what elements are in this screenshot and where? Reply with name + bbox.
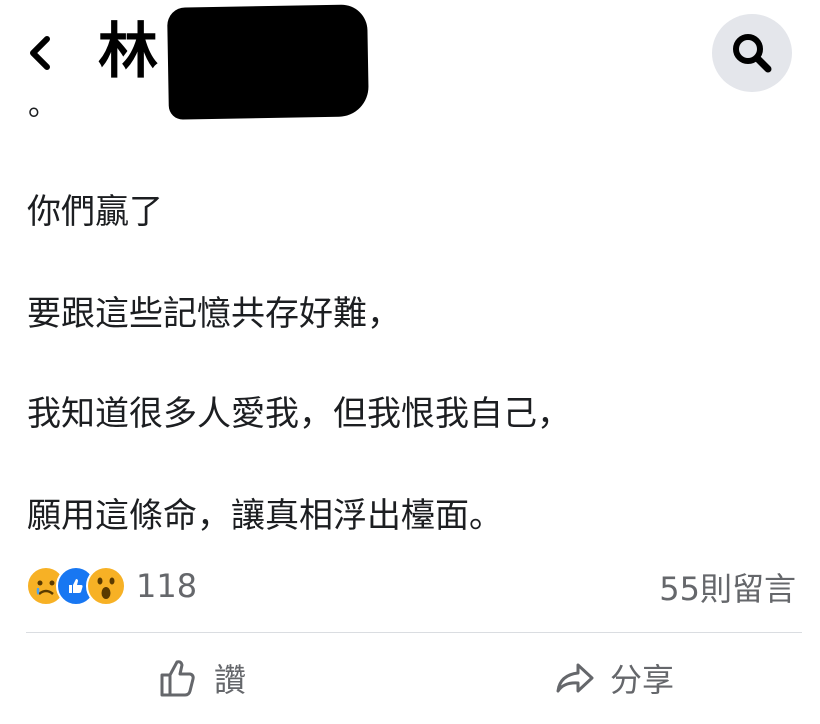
reaction-count: 118 [136,567,198,605]
post-line: 要跟這些記憶共存好難， [27,294,401,334]
reaction-summary[interactable]: 118 [26,566,197,606]
wow-reaction-icon [86,566,126,606]
share-label: 分享 [610,661,675,699]
like-label: 讚 [214,661,247,699]
search-button[interactable] [712,14,792,92]
redaction-mark [167,4,369,120]
thumbs-up-icon [160,660,195,697]
post-line: 我知道很多人愛我，但我恨我自己， [27,394,571,434]
post-line: 你們贏了 [27,192,163,232]
back-chevron-icon[interactable] [20,30,60,76]
comment-count-link[interactable]: 55則留言 [659,564,796,610]
search-icon [733,34,772,73]
share-arrow-icon [556,663,594,693]
post-line: 願用這條命，讓真相浮出檯面。 [27,496,503,536]
header-bar: 林 [0,0,820,120]
divider [26,632,802,633]
leading-period: 。 [28,88,58,123]
page-title: 林 [98,17,160,87]
like-button[interactable]: 讚 [158,650,246,706]
share-button[interactable]: 分享 [554,650,674,706]
